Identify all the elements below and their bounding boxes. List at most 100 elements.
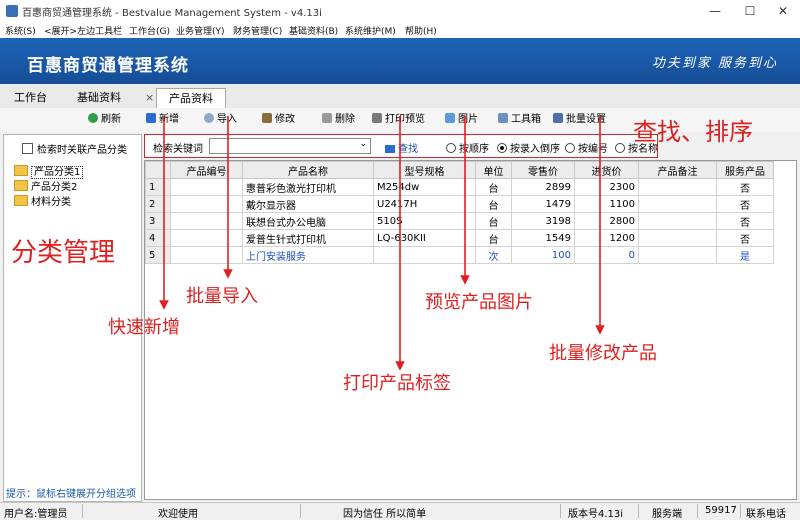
- menu-business[interactable]: 业务管理(Y): [176, 24, 225, 37]
- cell-code[interactable]: [170, 195, 243, 213]
- cell-service[interactable]: 否: [716, 212, 774, 230]
- import-button[interactable]: 导入: [204, 113, 237, 127]
- cell-purchase-price[interactable]: 2300: [574, 178, 639, 196]
- cell-remark[interactable]: [638, 229, 717, 247]
- table-row[interactable]: 5 上门安装服务 次 100 0 是: [145, 246, 774, 264]
- close-button[interactable]: ✕: [768, 2, 798, 20]
- cell-model[interactable]: [373, 246, 476, 264]
- cell-remark[interactable]: [638, 195, 717, 213]
- sort-reverse-entry-radio[interactable]: 按录入倒序: [497, 140, 560, 155]
- batch-settings-button[interactable]: 批量设置: [553, 113, 606, 127]
- cell-remark[interactable]: [638, 212, 717, 230]
- toolbox-button[interactable]: 工具箱: [498, 113, 541, 127]
- cell-name[interactable]: 惠普彩色激光打印机: [242, 178, 374, 196]
- menu-system[interactable]: 系统(S): [5, 24, 36, 37]
- image-button[interactable]: 图片: [445, 113, 478, 127]
- menu-help[interactable]: 帮助(H): [405, 24, 437, 37]
- cell-code[interactable]: [170, 229, 243, 247]
- tab-close-icon[interactable]: ×: [145, 88, 154, 107]
- find-icon: [385, 145, 395, 153]
- cell-name[interactable]: 爱普生针式打印机: [242, 229, 374, 247]
- keyword-input[interactable]: ⌄: [209, 138, 371, 154]
- cell-name[interactable]: 上门安装服务: [242, 246, 374, 264]
- tab-product-data[interactable]: 产品资料: [156, 88, 226, 108]
- menu-finance[interactable]: 财务管理(C): [233, 24, 282, 37]
- modify-label: 修改: [275, 114, 295, 125]
- folder-icon: [14, 165, 28, 176]
- col-header-purchase-price[interactable]: 进货价: [574, 161, 639, 179]
- cell-code[interactable]: [170, 246, 243, 264]
- col-header-model[interactable]: 型号规格: [373, 161, 476, 179]
- cell-service[interactable]: 否: [716, 178, 774, 196]
- col-header-unit[interactable]: 单位: [475, 161, 512, 179]
- col-header-name[interactable]: 产品名称: [242, 161, 374, 179]
- sort-by-code-radio[interactable]: 按编号: [565, 140, 608, 155]
- sort-label: 按顺序: [459, 144, 489, 155]
- cell-model[interactable]: LQ-630KII: [373, 229, 476, 247]
- cell-service[interactable]: 否: [716, 195, 774, 213]
- cell-purchase-price[interactable]: 1200: [574, 229, 639, 247]
- print-preview-label: 打印预览: [385, 114, 425, 125]
- batch-settings-label: 批量设置: [566, 114, 606, 125]
- cell-unit[interactable]: 台: [475, 212, 512, 230]
- minimize-button[interactable]: —: [700, 2, 730, 20]
- status-divider: [560, 504, 561, 518]
- table-row[interactable]: 3 联想台式办公电脑 510S 台 3198 2800 否: [145, 212, 774, 230]
- tree-item-category-2[interactable]: 产品分类2: [14, 178, 77, 193]
- folder-icon: [14, 180, 28, 191]
- cell-remark[interactable]: [638, 246, 717, 264]
- cell-unit[interactable]: 次: [475, 246, 512, 264]
- cell-retail-price[interactable]: 1479: [511, 195, 575, 213]
- tab-workbench[interactable]: 工作台: [14, 88, 47, 107]
- menu-bar: 系统(S) <展开>左边工具栏 工作台(G) 业务管理(Y) 财务管理(C) 基…: [0, 22, 800, 38]
- chevron-down-icon[interactable]: ⌄: [359, 139, 367, 149]
- maximize-button[interactable]: ☐: [735, 2, 765, 20]
- table-row[interactable]: 1 惠普彩色激光打印机 M254dw 台 2899 2300 否: [145, 178, 774, 196]
- delete-icon: [322, 113, 332, 123]
- sort-sequential-radio[interactable]: 按顺序: [446, 140, 489, 155]
- refresh-label: 刷新: [101, 114, 121, 125]
- cell-code[interactable]: [170, 212, 243, 230]
- linked-search-checkbox[interactable]: 检索时关联产品分类: [22, 141, 127, 156]
- menu-maintenance[interactable]: 系统维护(M): [345, 24, 396, 37]
- cell-retail-price[interactable]: 2899: [511, 178, 575, 196]
- cell-retail-price[interactable]: 100: [511, 246, 575, 264]
- menu-expand-toolbar[interactable]: <展开>左边工具栏: [44, 24, 122, 37]
- cell-model[interactable]: U2417H: [373, 195, 476, 213]
- cell-purchase-price[interactable]: 2800: [574, 212, 639, 230]
- print-preview-button[interactable]: 打印预览: [372, 113, 425, 127]
- batch-icon: [553, 113, 563, 123]
- cell-unit[interactable]: 台: [475, 195, 512, 213]
- cell-code[interactable]: [170, 178, 243, 196]
- cell-remark[interactable]: [638, 178, 717, 196]
- menu-workbench[interactable]: 工作台(G): [129, 24, 170, 37]
- col-header-remark[interactable]: 产品备注: [638, 161, 717, 179]
- cell-unit[interactable]: 台: [475, 178, 512, 196]
- tree-item-material[interactable]: 材料分类: [14, 193, 71, 208]
- cell-purchase-price[interactable]: 0: [574, 246, 639, 264]
- cell-retail-price[interactable]: 1549: [511, 229, 575, 247]
- col-header-code[interactable]: 产品编号: [170, 161, 243, 179]
- cell-model[interactable]: 510S: [373, 212, 476, 230]
- refresh-button[interactable]: 刷新: [88, 113, 121, 127]
- table-row[interactable]: 2 戴尔显示器 U2417H 台 1479 1100 否: [145, 195, 774, 213]
- table-row[interactable]: 4 爱普生针式打印机 LQ-630KII 台 1549 1200 否: [145, 229, 774, 247]
- tab-basic-data[interactable]: 基础资料: [77, 88, 121, 107]
- col-header-retail-price[interactable]: 零售价: [511, 161, 575, 179]
- cell-service[interactable]: 否: [716, 229, 774, 247]
- menu-basic-data[interactable]: 基础资料(B): [289, 24, 338, 37]
- delete-button[interactable]: 删除: [322, 113, 355, 127]
- cell-purchase-price[interactable]: 1100: [574, 195, 639, 213]
- modify-button[interactable]: 修改: [262, 113, 295, 127]
- cell-model[interactable]: M254dw: [373, 178, 476, 196]
- cell-retail-price[interactable]: 3198: [511, 212, 575, 230]
- cell-name[interactable]: 联想台式办公电脑: [242, 212, 374, 230]
- add-button[interactable]: 新增: [146, 113, 179, 127]
- cell-name[interactable]: 戴尔显示器: [242, 195, 374, 213]
- annotation-print-label: 打印产品标签: [343, 373, 451, 394]
- tree-item-category-1[interactable]: 产品分类1: [14, 163, 84, 179]
- col-header-service[interactable]: 服务产品: [716, 161, 774, 179]
- cell-service[interactable]: 是: [716, 246, 774, 264]
- find-button[interactable]: 查找: [385, 140, 418, 155]
- cell-unit[interactable]: 台: [475, 229, 512, 247]
